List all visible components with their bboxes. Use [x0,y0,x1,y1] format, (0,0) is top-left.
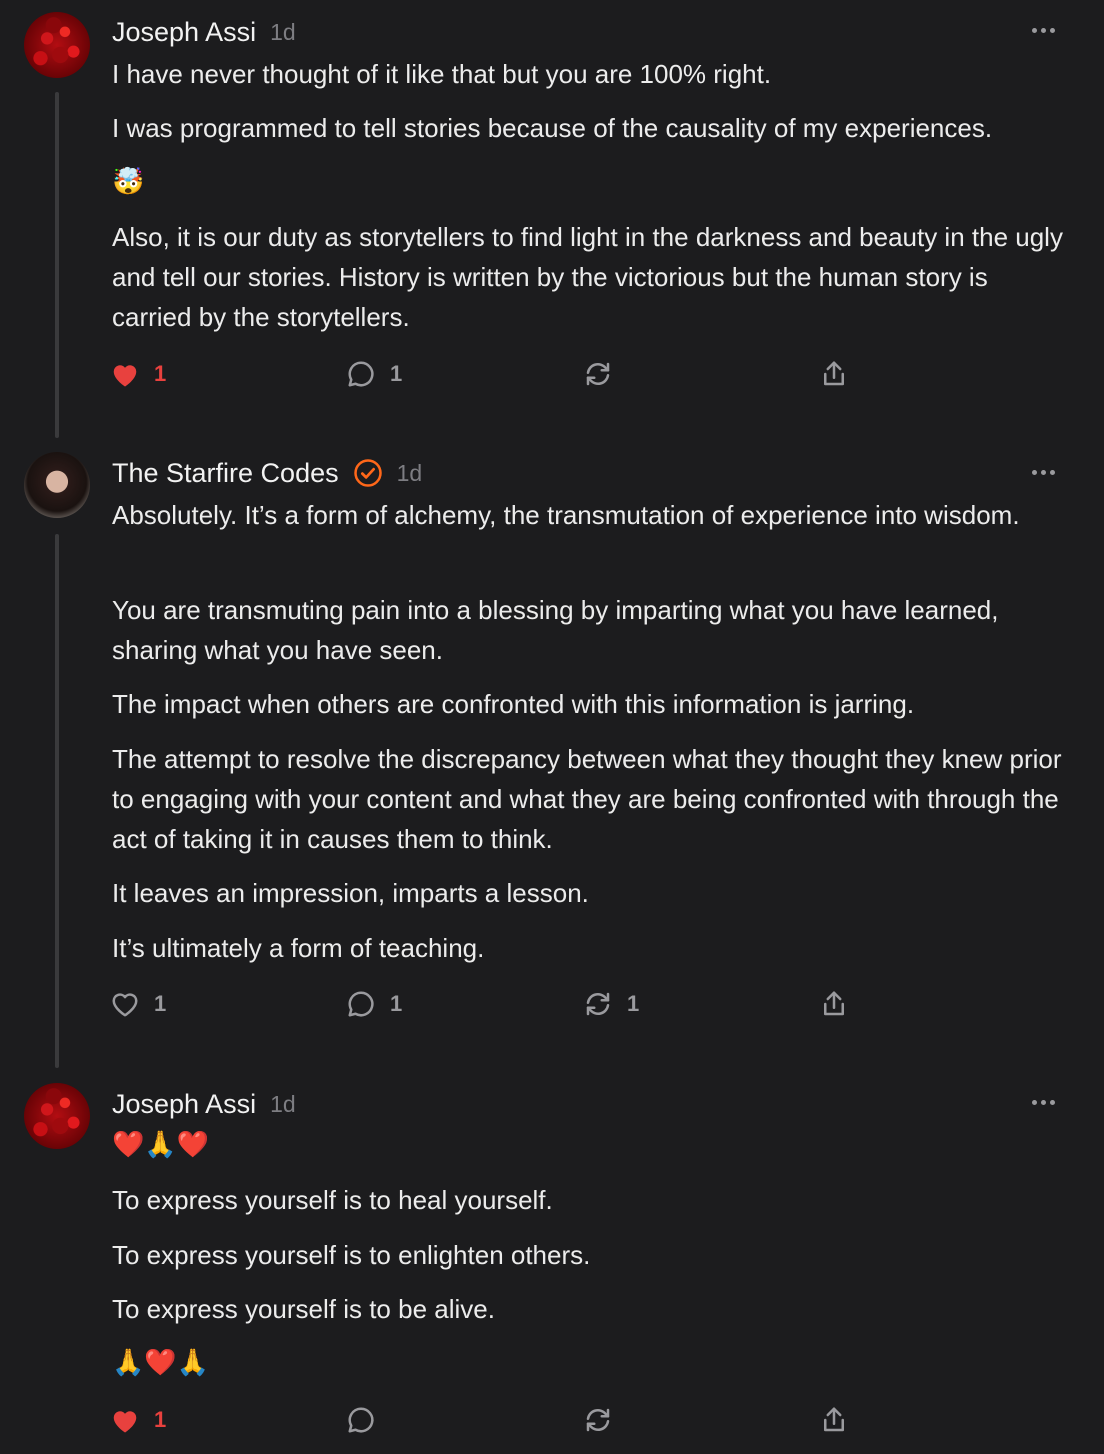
author-name[interactable]: Joseph Assi [112,1089,256,1120]
emoji-line: ❤️🙏❤️ [112,1130,210,1160]
comment-text: It’s ultimately a form of teaching. [112,933,485,963]
like-count: 1 [154,991,167,1016]
restack-icon [586,992,610,1016]
comment-text: The attempt to resolve the discrepancy b… [112,744,1062,854]
comment-bubble-icon [348,1407,374,1433]
comment-header: The Starfire Codes 1d [112,455,422,491]
comment-actions: 1 [110,1400,870,1440]
share-icon [824,1407,844,1432]
reply-button[interactable]: 1 [346,984,402,1024]
like-button[interactable]: 1 [110,984,166,1024]
timestamp[interactable]: 1d [270,19,296,46]
comment-text: Absolutely. It’s a form of alchemy, the … [112,500,1020,530]
restack-button[interactable]: 1 [583,984,639,1024]
more-options-icon[interactable] [1024,1092,1062,1112]
restack-button[interactable] [583,354,627,394]
comment-text: To express yourself is to enlighten othe… [112,1240,591,1270]
restack-icon [586,1408,610,1432]
heart-icon [113,365,137,387]
heart-icon [113,1411,137,1433]
share-icon [824,991,844,1016]
comment-bubble-icon [348,991,374,1017]
comment-text: Also, it is our duty as storytellers to … [112,222,1063,332]
like-button[interactable]: 1 [110,1400,166,1440]
comment-text: I have never thought of it like that but… [112,59,772,89]
timestamp[interactable]: 1d [270,1091,296,1118]
share-button[interactable] [819,354,849,394]
emoji-line: 🙏❤️🙏 [112,1348,210,1378]
comment-header: Joseph Assi 1d [112,1086,296,1122]
like-count: 1 [154,1407,167,1432]
comment-bubble-icon [348,361,374,387]
emoji-line: 🤯 [112,167,145,197]
comment-text: To express yourself is to be alive. [112,1294,495,1324]
comment-actions: 1 1 [110,354,870,394]
heart-icon [112,993,138,1017]
verified-check-icon [353,459,382,487]
restack-button[interactable] [583,1400,627,1440]
comment-text: It leaves an impression, imparts a lesso… [112,878,589,908]
reply-count: 1 [390,361,403,386]
reply-count: 1 [390,991,403,1016]
thread-line [55,534,59,1068]
timestamp[interactable]: 1d [397,460,423,487]
comment-thread: Joseph Assi 1d I have never thought of i… [0,0,1104,1454]
avatar[interactable] [24,452,90,518]
comment-text: To express yourself is to heal yourself. [112,1185,553,1215]
thread-line [55,92,59,438]
like-button[interactable]: 1 [110,354,166,394]
restack-count: 1 [627,991,640,1016]
reply-button[interactable] [346,1400,390,1440]
comment-text: You are transmuting pain into a blessing… [112,595,999,665]
comment-actions: 1 1 1 [110,984,870,1024]
like-count: 1 [154,361,167,386]
share-icon [824,361,844,386]
avatar[interactable] [24,1083,90,1149]
avatar[interactable] [24,12,90,78]
comment-header: Joseph Assi 1d [112,14,296,50]
more-options-icon[interactable] [1024,20,1062,40]
author-name[interactable]: The Starfire Codes [112,458,339,489]
reply-button[interactable]: 1 [346,354,402,394]
more-options-icon[interactable] [1024,462,1062,482]
share-button[interactable] [819,984,849,1024]
share-button[interactable] [819,1400,849,1440]
comment-text: The impact when others are confronted wi… [112,689,915,719]
restack-icon [586,362,610,386]
comment-text: I was programmed to tell stories because… [112,113,993,143]
author-name[interactable]: Joseph Assi [112,17,256,48]
